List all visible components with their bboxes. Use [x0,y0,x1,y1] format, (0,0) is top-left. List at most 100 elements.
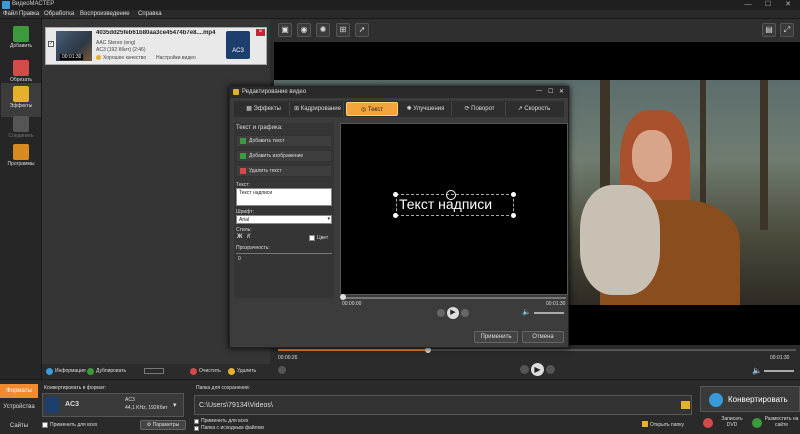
open-folder-button[interactable]: Открыть папку [650,422,684,428]
dialog-timeline-track[interactable] [342,297,566,299]
prev-frame-icon[interactable] [437,309,445,317]
video-settings-link[interactable]: Настройки видео [156,55,196,61]
bold-icon[interactable]: Ж [237,234,242,240]
color-checkbox[interactable] [309,235,315,241]
delete-text-button[interactable]: Удалить текст [236,165,332,177]
tab-text[interactable]: ◎ Текст [346,102,398,116]
view-toggle-icon[interactable] [144,368,164,374]
tab-devices[interactable]: Устройства [0,404,38,410]
convert-format-label: Конвертировать в формат: [44,385,107,391]
format-name: AC3 [65,401,80,408]
dvd-icon [703,418,713,428]
delete-button[interactable]: Удалить [237,368,256,374]
clear-button[interactable]: Очистить [199,368,221,374]
format-badge: AC3 [226,31,250,59]
folder-path-field[interactable]: C:\Users\79134\Videos\ [194,395,692,415]
add-text-label: Добавить текст [249,138,285,144]
tab-crop[interactable]: ⊞ Кадрирование [292,102,344,116]
tab-effects[interactable]: ▦ Эффекты [238,102,290,116]
brightness-icon[interactable]: ✺ [316,23,330,37]
dialog-minimize-icon[interactable]: — [536,88,542,94]
volume-icon[interactable]: 🔈 [752,366,762,375]
text-input[interactable]: Текст надписи [236,188,332,206]
camera-icon[interactable]: ◉ [297,23,311,37]
menu-processing[interactable]: Обработка [44,11,74,17]
loop-icon[interactable] [278,366,286,374]
fullscreen-icon[interactable]: ⤢ [780,23,794,37]
sidebar-item-programs[interactable]: Программы [1,141,41,175]
menu-playback[interactable]: Воспроизведение [80,11,130,17]
gif-icon[interactable]: ▤ [762,23,776,37]
close-icon[interactable]: ✕ [778,0,798,10]
font-select[interactable]: Arial ▾ [236,215,332,224]
menu-help[interactable]: Справка [138,11,162,17]
tab-formats[interactable]: Форматы [0,384,38,398]
maximize-icon[interactable]: ☐ [758,0,778,10]
publish-icon [752,418,762,428]
next-frame-icon[interactable] [461,309,469,317]
tab-speed[interactable]: ➚ Скорость [508,102,560,116]
next-frame-icon[interactable] [546,365,555,374]
resize-handle[interactable] [393,192,398,197]
sidebar-item-effects[interactable]: Эффекты [1,83,41,117]
burn-dvd-button[interactable]: Записать DVD [700,414,750,434]
crop-icon[interactable]: ⊞ [336,23,350,37]
sidebar-item-add[interactable]: Добавить [1,23,41,57]
prev-frame-icon[interactable] [520,365,529,374]
current-time: 00:00:26 [278,355,298,361]
quality-icon [96,55,101,60]
add-image-button[interactable]: Добавить изображение [236,150,332,162]
open-folder-icon [642,421,648,427]
play-icon[interactable]: ▶ [447,307,459,319]
resize-handle[interactable] [511,213,516,218]
italic-icon[interactable]: К [247,234,251,240]
source-folder-checkbox[interactable] [194,426,199,431]
duplicate-button[interactable]: Дублировать [96,368,126,374]
dialog-timeline-handle[interactable] [340,294,346,300]
tab-label: Улучшения [413,106,445,112]
cancel-button[interactable]: Отмена [522,331,564,343]
apply-all-folder-checkbox[interactable] [194,419,199,424]
audio-track-2: AC3 (192 Кбит) (2:46) [96,47,146,53]
convert-label: Конвертировать [728,395,788,404]
file-checkbox[interactable]: ✓ [48,41,54,47]
tab-enhance[interactable]: ✺ Улучшения [400,102,452,116]
add-icon [13,26,29,42]
speed-icon[interactable]: ➚ [355,23,369,37]
rotate-handle-icon[interactable] [446,190,456,200]
format-selector[interactable]: AC3 AC3 44,1 KHz, 192Кбит ▾ [42,393,184,417]
menu-file[interactable]: Файл [3,11,18,17]
opacity-label: Прозрачность: [236,245,270,251]
snapshot-icon[interactable]: ▣ [278,23,292,37]
tree-trunk [760,80,768,230]
overlay-text[interactable]: Текст надписи [399,196,492,212]
add-text-button[interactable]: Добавить текст [236,135,332,147]
quality-label[interactable]: Хорошее качество [103,55,146,61]
minimize-icon[interactable]: — [738,0,758,10]
opacity-slider[interactable] [236,253,332,254]
volume-slider[interactable] [764,370,794,372]
resize-handle[interactable] [393,213,398,218]
play-icon[interactable]: ▶ [531,363,544,376]
publish-button[interactable]: Разместить на сайте [750,414,800,434]
tab-rotate[interactable]: ⟳ Поворот [454,102,506,116]
dialog-close-icon[interactable]: ✕ [559,88,564,95]
menu-edit[interactable]: Правка [19,11,39,17]
folder-icon[interactable] [681,401,690,409]
color-label: Цвет [317,235,329,241]
resize-handle[interactable] [511,192,516,197]
remove-file-icon[interactable]: × [256,29,265,36]
apply-all-checkbox[interactable] [42,422,48,428]
dialog-preview: Текст надписи [340,123,568,295]
sidebar-item-label: Добавить [9,43,33,49]
convert-button[interactable]: Конвертировать [700,386,800,412]
dialog-maximize-icon[interactable]: ☐ [548,88,553,95]
apply-button[interactable]: Применить [474,331,518,343]
volume-icon[interactable]: 🔈 [522,308,531,316]
info-button[interactable]: Информация [55,368,86,374]
timeline-progress [278,349,428,351]
tab-sites[interactable]: Сайты [0,423,38,429]
dialog-volume-slider[interactable] [534,312,564,314]
list-item[interactable]: ✓ 00:01:30 4035dd25feb61b80aa3ce45474b7e… [45,27,267,65]
parameters-button[interactable]: ⚙ Параметры [140,420,186,430]
